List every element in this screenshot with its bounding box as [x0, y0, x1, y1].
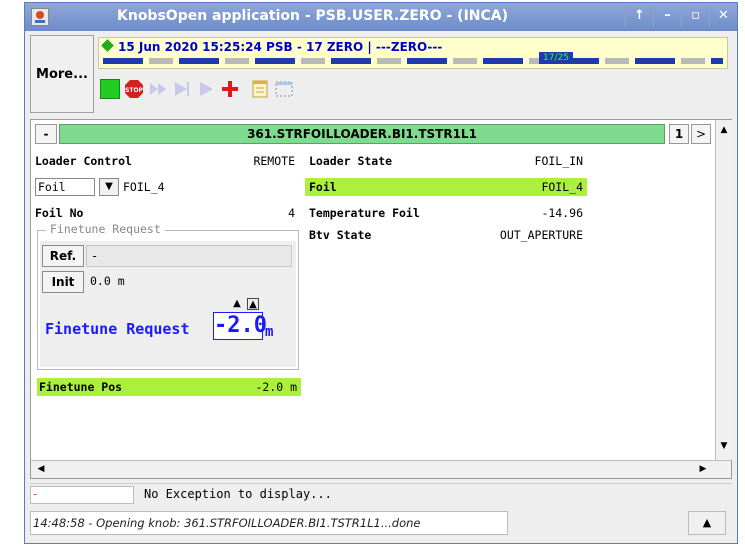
finetune-request-input[interactable]: -2.0 [213, 312, 267, 340]
foil-no-label: Foil No [35, 206, 84, 220]
timing-status: 15 Jun 2020 15:25:24 PSB - 17 ZERO | ---… [98, 37, 728, 69]
loader-state-value: FOIL_IN [534, 154, 583, 168]
finetune-pos-value: -2.0 m [255, 380, 297, 394]
status-line: 15 Jun 2020 15:25:24 PSB - 17 ZERO | ---… [101, 39, 443, 54]
init-value: 0.0 m [90, 274, 125, 288]
status-text: 15 Jun 2020 15:25:24 PSB - 17 ZERO | ---… [118, 40, 443, 54]
application-window: KnobsOpen application - PSB.USER.ZERO - … [24, 2, 738, 544]
toolbar: More... 15 Jun 2020 15:25:24 PSB - 17 ZE… [30, 35, 732, 115]
log-bar: 14:48:58 - Opening knob: 361.STRFOILLOAD… [30, 508, 732, 538]
foil-row: Foil FOIL_4 [305, 178, 587, 196]
btv-state-label: Btv State [309, 228, 372, 242]
page-number: 1 [669, 124, 689, 144]
foil-select[interactable]: Foil [35, 178, 95, 196]
maximize-icon[interactable]: ▫ [681, 6, 709, 28]
finetune-pos-row: Finetune Pos -2.0 m [37, 378, 301, 396]
finetune-request-label: Finetune Request [45, 320, 190, 338]
temperature-row: Temperature Foil -14.96 [305, 204, 587, 222]
layout-icon[interactable] [274, 79, 294, 99]
java-app-icon [31, 8, 49, 26]
scroll-right-icon[interactable]: ▶ [695, 461, 711, 478]
scroll-up-icon[interactable]: ▲ [716, 122, 732, 138]
title-bar[interactable]: KnobsOpen application - PSB.USER.ZERO - … [25, 3, 737, 31]
increment-fine-icon[interactable]: ▲ [247, 298, 259, 310]
expand-log-icon[interactable]: ▲ [688, 511, 726, 535]
loader-state-label: Loader State [309, 154, 393, 168]
window-title: KnobsOpen application - PSB.USER.ZERO - … [117, 8, 509, 24]
foil-no-row: Foil No 4 [31, 204, 299, 222]
horizontal-scrollbar[interactable]: ◀ ▶ [31, 460, 731, 478]
add-icon[interactable] [220, 79, 240, 99]
temperature-label: Temperature Foil [309, 206, 420, 220]
btv-state-row: Btv State OUT_APERTURE [305, 226, 587, 244]
knob-panel: - 361.STRFOILLOADER.BI1.TSTR1L1 1 > Load… [30, 119, 732, 479]
start-icon[interactable] [100, 79, 120, 99]
cycle-bar [103, 58, 723, 64]
step-icon[interactable] [172, 79, 192, 99]
device-header: 361.STRFOILLOADER.BI1.TSTR1L1 [59, 124, 665, 144]
temperature-value: -14.96 [541, 206, 583, 220]
collapse-button[interactable]: - [35, 124, 57, 144]
init-button[interactable]: Init [42, 271, 84, 293]
chevron-down-icon[interactable]: ▼ [99, 178, 119, 196]
loader-control-row: Loader Control REMOTE [31, 152, 299, 170]
group-title: Finetune Request [46, 222, 165, 236]
foil-no-value: 4 [288, 206, 295, 220]
svg-text:STOP: STOP [125, 87, 144, 94]
pin-icon[interactable]: ↑ [625, 6, 653, 28]
minimize-icon[interactable]: – [653, 6, 681, 28]
play-icon[interactable] [196, 79, 216, 99]
ref-button[interactable]: Ref. [42, 245, 84, 267]
increment-icon[interactable]: ▲ [231, 298, 243, 310]
notes-icon[interactable] [250, 79, 270, 99]
foil-label: Foil [309, 180, 337, 194]
next-page-button[interactable]: > [691, 124, 711, 144]
finetune-unit: m [265, 324, 274, 340]
foil-readout: FOIL_4 [123, 180, 165, 194]
finetune-pos-label: Finetune Pos [39, 380, 123, 394]
scroll-left-icon[interactable]: ◀ [33, 461, 49, 478]
cycle-counter: 17/25 [539, 52, 573, 64]
more-button[interactable]: More... [30, 35, 94, 113]
loader-control-value: REMOTE [253, 154, 295, 168]
status-dot-icon [101, 39, 114, 52]
loader-control-label: Loader Control [35, 154, 132, 168]
finetune-request-group: Finetune Request Ref. - Init 0.0 m [37, 222, 299, 370]
stop-icon[interactable]: STOP [124, 79, 144, 99]
log-message: 14:48:58 - Opening knob: 361.STRFOILLOAD… [30, 511, 508, 535]
ref-value: - [86, 245, 292, 267]
exception-text: No Exception to display... [144, 487, 332, 501]
exception-marker: - [30, 486, 134, 504]
scroll-down-icon[interactable]: ▼ [716, 438, 732, 454]
close-icon[interactable]: ✕ [709, 6, 737, 28]
play-fast-icon[interactable] [148, 79, 168, 99]
foil-value: FOIL_4 [541, 180, 583, 194]
loader-state-row: Loader State FOIL_IN [305, 152, 587, 170]
btv-state-value: OUT_APERTURE [499, 228, 583, 242]
exception-bar: - No Exception to display... [30, 483, 732, 505]
vertical-scrollbar[interactable]: ▲ ▼ [715, 120, 732, 460]
